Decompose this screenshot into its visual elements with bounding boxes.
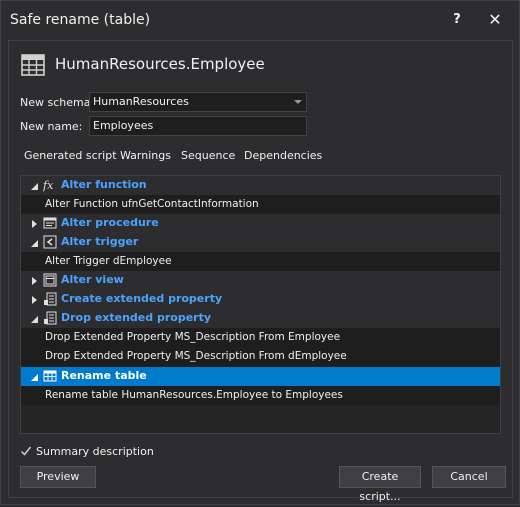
tree-group-create-extended-property[interactable]: Create extended property — [21, 290, 500, 309]
tree-item-label: Drop Extended Property MS_Description Fr… — [45, 331, 341, 343]
expand-arrow-icon[interactable] — [29, 219, 39, 229]
tree-item-label: Alter Function ufnGetContactInformation — [45, 198, 259, 210]
tree-group-alter-procedure[interactable]: Alter procedure — [21, 214, 500, 233]
tree-item[interactable]: Alter Function ufnGetContactInformation — [21, 195, 500, 214]
schema-dropdown[interactable]: HumanResources — [89, 92, 307, 112]
schema-value: HumanResources — [93, 95, 189, 108]
tree-item[interactable]: Rename table HumanResources.Employee to … — [21, 386, 500, 405]
preview-button[interactable]: Preview — [20, 466, 96, 488]
group-label: Alter trigger — [61, 235, 139, 248]
safe-rename-dialog: Safe rename (table) ? ✕ HumanResources.E… — [0, 0, 520, 505]
tree-item-label: Drop Extended Property MS_Description Fr… — [45, 350, 347, 362]
tree-group-drop-extended-property[interactable]: Drop extended property — [21, 309, 500, 328]
name-input[interactable]: Employees — [89, 116, 307, 136]
tree-item-label: Alter Trigger dEmployee — [45, 255, 172, 267]
group-label: Rename table — [61, 369, 147, 382]
group-label: Alter view — [61, 273, 124, 286]
checkbox-checked-icon[interactable] — [20, 445, 32, 457]
group-label: Create extended property — [61, 292, 223, 305]
expand-arrow-icon[interactable] — [29, 276, 39, 286]
group-label: Alter function — [61, 178, 147, 191]
trigger-icon — [43, 235, 57, 249]
procedure-icon — [43, 217, 57, 229]
object-title: HumanResources.Employee — [55, 55, 265, 73]
window-title: Safe rename (table) — [10, 12, 151, 28]
tree-item[interactable]: Drop Extended Property MS_Description Fr… — [21, 347, 500, 366]
group-label: Drop extended property — [61, 311, 212, 324]
svg-text:fx: fx — [43, 179, 54, 192]
schema-label: New schema: — [20, 96, 95, 109]
tree-group-alter-function[interactable]: fx Alter function — [21, 176, 500, 195]
table-icon — [43, 370, 57, 382]
tree-group-rename-table[interactable]: Rename table — [21, 367, 500, 386]
tree-item-label: Rename table HumanResources.Employee to … — [45, 389, 343, 401]
group-label: Alter procedure — [61, 216, 159, 229]
tab-dependencies[interactable]: Dependencies — [244, 149, 322, 162]
cancel-button[interactable]: Cancel — [432, 466, 506, 488]
function-fx-icon: fx — [43, 179, 54, 192]
table-icon — [21, 54, 45, 76]
help-button[interactable]: ? — [445, 9, 469, 31]
collapse-arrow-icon[interactable] — [29, 181, 39, 191]
collapse-arrow-icon[interactable] — [29, 238, 39, 248]
tree-item[interactable]: Alter Trigger dEmployee — [21, 252, 500, 271]
tree-group-alter-view[interactable]: Alter view — [21, 271, 500, 290]
name-label: New name: — [20, 120, 83, 133]
sequence-tree[interactable]: fx Alter function Alter Function ufnGetC… — [20, 175, 501, 434]
extended-property-icon — [44, 292, 57, 306]
tree-item[interactable]: Drop Extended Property MS_Description Fr… — [21, 328, 500, 347]
extended-property-icon — [44, 311, 57, 325]
close-button[interactable]: ✕ — [483, 9, 507, 31]
expand-arrow-icon[interactable] — [29, 295, 39, 305]
dialog-content: HumanResources.Employee New schema: Huma… — [8, 40, 513, 503]
chevron-down-icon[interactable] — [294, 100, 302, 104]
tab-sequence[interactable]: Sequence — [181, 149, 235, 162]
tab-generated-script[interactable]: Generated script — [24, 149, 117, 162]
title-bar[interactable]: Safe rename (table) ? ✕ — [1, 1, 519, 39]
collapse-arrow-icon[interactable] — [29, 314, 39, 324]
summary-description-label: Summary description — [36, 445, 154, 458]
collapse-arrow-icon[interactable] — [29, 372, 39, 382]
view-icon — [43, 273, 57, 287]
create-script-button[interactable]: Create script... — [339, 466, 421, 503]
tab-warnings[interactable]: Warnings — [120, 149, 171, 162]
tree-group-alter-trigger[interactable]: Alter trigger — [21, 233, 500, 252]
